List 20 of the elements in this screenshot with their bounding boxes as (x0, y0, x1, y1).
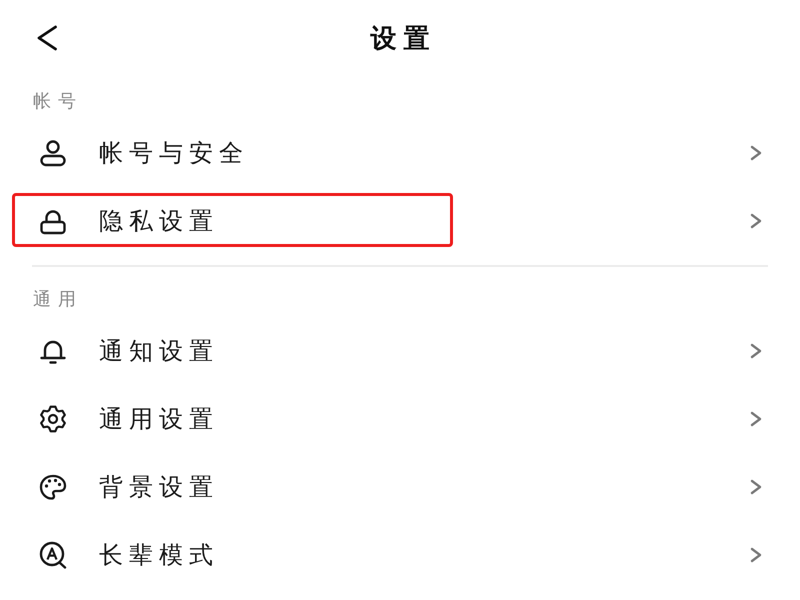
section-header: 帐号 (33, 91, 83, 112)
section-header: 通用 (33, 289, 83, 310)
menu-item-label[interactable]: 通用设置 (99, 403, 219, 435)
menu-item-label[interactable]: 背景设置 (99, 471, 219, 503)
chevron-right-icon (750, 343, 762, 359)
palette-icon (38, 473, 68, 501)
menu-item-label[interactable]: 帐号与安全 (99, 137, 249, 169)
gear-icon (38, 405, 68, 433)
page-title: 设置 (369, 22, 436, 56)
chevron-right-icon (750, 547, 762, 563)
menu-item-label[interactable]: 隐私设置 (99, 205, 219, 237)
menu-item-label[interactable]: 通知设置 (99, 335, 219, 367)
chevron-right-icon (750, 479, 762, 495)
person-icon (38, 139, 68, 167)
menu-item-label[interactable]: 长辈模式 (99, 539, 219, 571)
magnifier-icon (38, 541, 68, 569)
chevron-right-icon (750, 145, 762, 161)
chevron-right-icon (750, 213, 762, 229)
back-icon[interactable] (36, 25, 58, 51)
chevron-right-icon (750, 411, 762, 427)
